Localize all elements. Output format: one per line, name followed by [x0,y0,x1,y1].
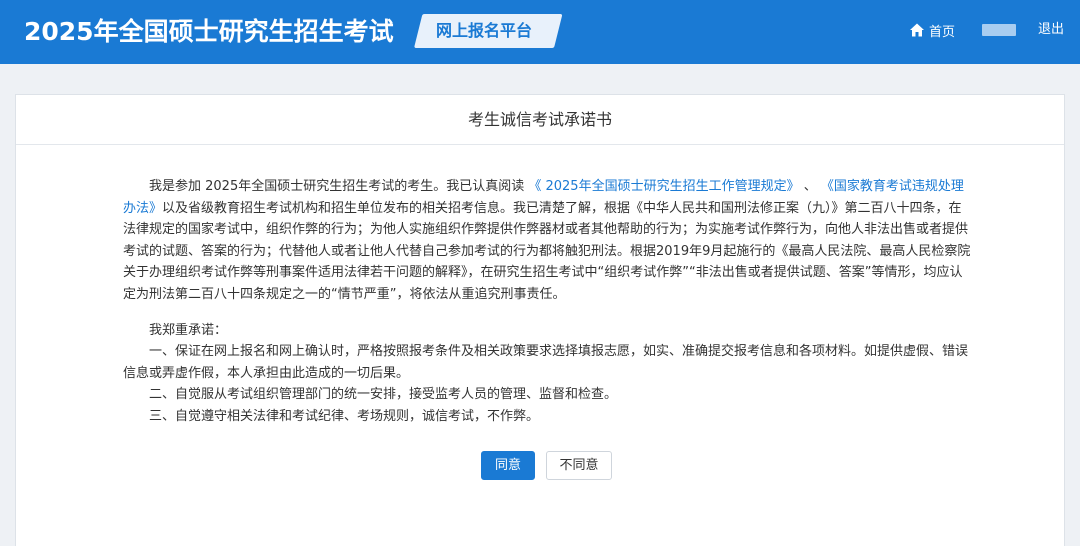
logout-link[interactable]: 退出 [1038,20,1064,40]
p1-text-post: 以及省级教育招生考试机构和招生单位发布的相关招考信息。我已清楚了解，根据《中华人… [123,200,971,302]
link-admissions-regulations[interactable]: 《 2025年全国硕士研究生招生工作管理规定》 [528,179,799,194]
agree-button[interactable]: 同意 [481,451,535,480]
platform-label: 网上报名平台 [435,21,532,40]
platform-badge: 网上报名平台 [414,14,563,48]
pledge-content: 我是参加 2025年全国硕士研究生招生考试的考生。我已认真阅读 《 2025年全… [123,176,971,428]
p1-text-pre: 我是参加 2025年全国硕士研究生招生考试的考生。我已认真阅读 [149,179,529,194]
pledge-item-1: 一、保证在网上报名和网上确认时，严格按照报考条件及相关政策要求选择填报志愿，如实… [123,344,969,381]
user-name-redacted [982,24,1016,36]
top-header: 2025年全国硕士研究生招生考试 网上报名平台 首页 退出 [0,0,1080,64]
disagree-button[interactable]: 不同意 [546,451,612,480]
home-label: 首页 [929,24,956,40]
panel-title: 考生诚信考试承诺书 [16,95,1064,145]
pledge-intro: 我郑重承诺： [149,322,228,338]
home-icon [910,23,924,37]
p1-separator: 、 [799,179,821,194]
home-link[interactable]: 首页 [909,20,955,40]
pledge-panel: 考生诚信考试承诺书 我是参加 2025年全国硕士研究生招生考试的考生。我已认真阅… [15,94,1065,546]
site-title: 2025年全国硕士研究生招生考试 [24,17,394,46]
pledge-item-3: 三、自觉遵守相关法律和考试纪律、考场规则，诚信考试，不作弊。 [149,408,540,424]
pledge-paragraph-1: 我是参加 2025年全国硕士研究生招生考试的考生。我已认真阅读 《 2025年全… [123,176,971,306]
pledge-item-2: 二、自觉服从考试组织管理部门的统一安排，接受监考人员的管理、监督和检查。 [149,387,618,403]
